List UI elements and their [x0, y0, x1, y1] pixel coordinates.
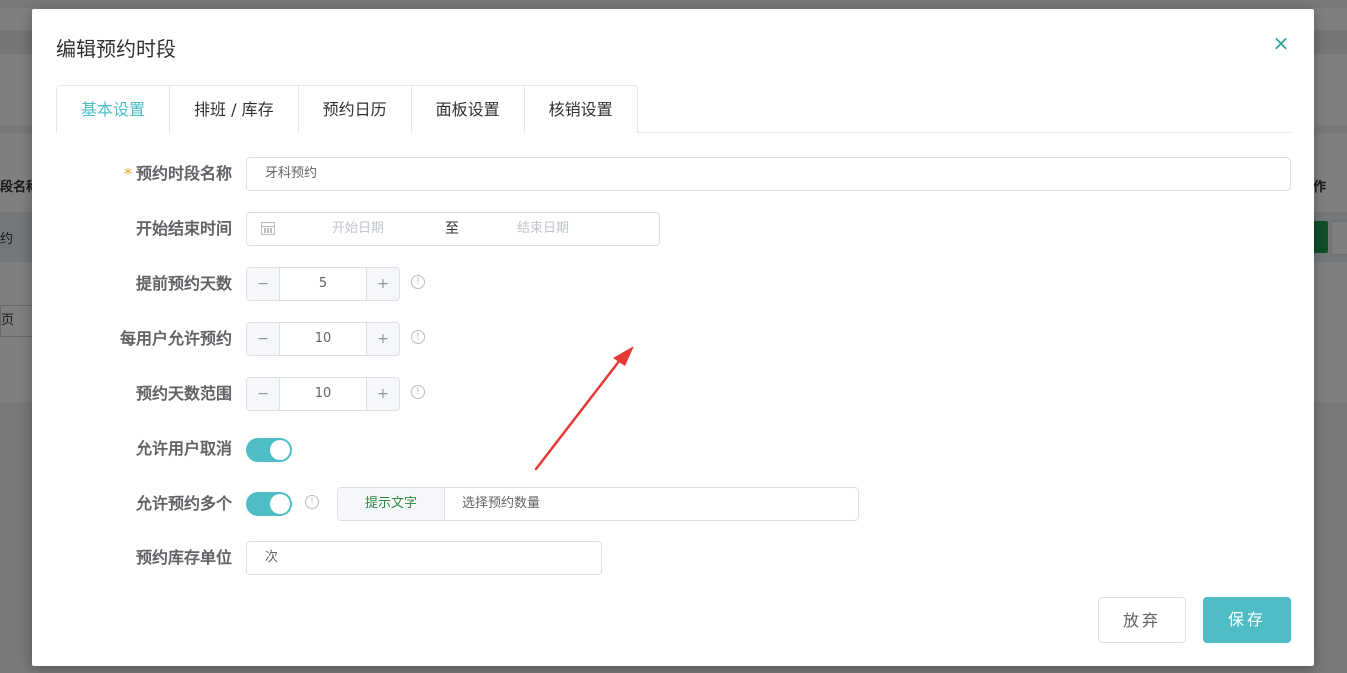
required-mark: *: [123, 164, 132, 183]
inventory-unit-input[interactable]: [246, 541, 602, 575]
tab-verification-settings[interactable]: 核销设置: [523, 86, 637, 133]
advance-days-value[interactable]: 5: [280, 268, 366, 300]
advance-days-decrement-button[interactable]: −: [247, 268, 280, 300]
day-range-increment-button[interactable]: +: [366, 378, 399, 410]
unit-label: 预约库存单位: [135, 548, 232, 567]
advance-days-label: 提前预约天数: [135, 274, 232, 293]
dialog-title: 编辑预约时段: [56, 37, 176, 61]
form-row-advance-days: 提前预约天数 − 5 + !: [32, 267, 1314, 301]
allow-multiple-label: 允许预约多个: [135, 494, 232, 513]
calendar-icon: [261, 222, 275, 235]
name-label: * 预约时段名称: [124, 157, 232, 191]
per-user-label: 每用户允许预约: [119, 329, 232, 348]
form-row-allow-multiple: 允许预约多个 ! 提示文字 选择预约数量: [32, 487, 1314, 521]
hint-text-input-group: 提示文字 选择预约数量: [337, 487, 859, 521]
info-icon[interactable]: !: [305, 495, 319, 509]
allow-multiple-toggle[interactable]: [246, 492, 292, 516]
tab-group: 基本设置 排班 / 库存 预约日历 面板设置 核销设置: [56, 85, 638, 134]
form-row-allow-cancel: 允许用户取消: [32, 432, 1314, 466]
info-icon[interactable]: !: [411, 275, 425, 289]
name-label-text: 预约时段名称: [135, 164, 232, 183]
tab-booking-calendar[interactable]: 预约日历: [297, 86, 411, 133]
hint-text-input[interactable]: 选择预约数量: [462, 488, 540, 520]
form-row-time-range: 开始结束时间 开始日期 至 结束日期: [32, 212, 1314, 246]
day-range-decrement-button[interactable]: −: [247, 378, 280, 410]
save-button[interactable]: 保存: [1203, 597, 1291, 643]
advance-days-stepper: − 5 +: [246, 267, 400, 301]
tab-schedule-inventory[interactable]: 排班 / 库存: [169, 86, 298, 133]
per-user-decrement-button[interactable]: −: [247, 323, 280, 355]
tab-basic-settings[interactable]: 基本设置: [57, 86, 170, 134]
form-row-per-user: 每用户允许预约 − 10 + !: [32, 322, 1314, 356]
date-range-picker[interactable]: 开始日期 至 结束日期: [246, 212, 660, 246]
tab-panel-settings[interactable]: 面板设置: [410, 86, 524, 133]
tab-bar: 基本设置 排班 / 库存 预约日历 面板设置 核销设置: [56, 85, 1291, 134]
day-range-label: 预约天数范围: [135, 384, 232, 403]
toggle-knob: [270, 494, 290, 514]
close-icon[interactable]: ×: [1271, 33, 1291, 53]
advance-days-increment-button[interactable]: +: [366, 268, 399, 300]
info-icon[interactable]: !: [411, 385, 425, 399]
toggle-knob: [270, 440, 290, 460]
form-row-name: * 预约时段名称: [32, 157, 1314, 191]
info-icon[interactable]: !: [411, 330, 425, 344]
allow-cancel-label: 允许用户取消: [135, 439, 232, 458]
allow-cancel-toggle[interactable]: [246, 438, 292, 462]
edit-slot-dialog: 编辑预约时段 × 基本设置 排班 / 库存 预约日历 面板设置 核销设置 * 预约…: [32, 9, 1314, 666]
date-range-separator: 至: [445, 221, 459, 237]
form-row-unit: 预约库存单位: [32, 541, 1314, 575]
form-row-day-range: 预约天数范围 − 10 + !: [32, 377, 1314, 411]
time-range-label: 开始结束时间: [135, 219, 232, 238]
start-date-input[interactable]: 开始日期: [297, 213, 419, 245]
cancel-button[interactable]: 放弃: [1098, 597, 1186, 643]
day-range-value[interactable]: 10: [280, 378, 366, 410]
hint-text-prefix: 提示文字: [338, 488, 445, 520]
per-user-stepper: − 10 +: [246, 322, 400, 356]
end-date-input[interactable]: 结束日期: [482, 213, 604, 245]
per-user-increment-button[interactable]: +: [366, 323, 399, 355]
slot-name-input[interactable]: [246, 157, 1291, 191]
per-user-value[interactable]: 10: [280, 323, 366, 355]
day-range-stepper: − 10 +: [246, 377, 400, 411]
